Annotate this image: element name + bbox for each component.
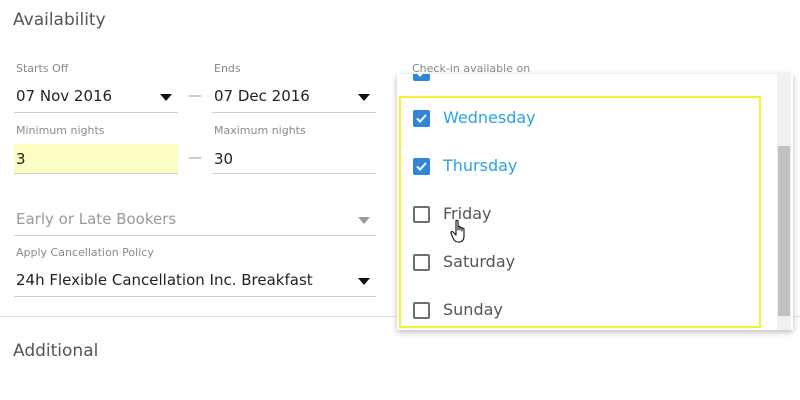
maximum-nights-value: 30: [214, 150, 234, 168]
minimum-nights-value: 3: [16, 150, 26, 168]
range-separator: —: [188, 150, 202, 166]
cancellation-policy-value: 24h Flexible Cancellation Inc. Breakfast: [16, 271, 313, 289]
caret-down-icon: [358, 94, 370, 101]
hand-pointer-icon: [450, 219, 465, 243]
starts-off-value: 07 Nov 2016: [16, 87, 113, 105]
range-separator: —: [188, 88, 202, 104]
maximum-nights-input[interactable]: 30: [212, 144, 376, 174]
minimum-nights-input[interactable]: 3: [14, 144, 178, 174]
starts-off-select[interactable]: 07 Nov 2016: [14, 82, 178, 113]
starts-off-label: Starts Off: [16, 62, 69, 75]
dropdown-scrollbar-thumb[interactable]: [778, 146, 790, 316]
maximum-nights-label: Maximum nights: [214, 124, 306, 137]
ends-select[interactable]: 07 Dec 2016: [212, 82, 376, 113]
caret-down-icon: [160, 94, 172, 101]
checkin-day-partial: [413, 74, 430, 81]
caret-down-icon: [358, 217, 370, 224]
cancellation-policy-select[interactable]: 24h Flexible Cancellation Inc. Breakfast: [14, 266, 376, 297]
cancellation-policy-label: Apply Cancellation Policy: [16, 246, 154, 259]
section-title-availability: Availability: [13, 10, 106, 30]
early-late-bookers-placeholder: Early or Late Bookers: [16, 210, 177, 228]
minimum-nights-label: Minimum nights: [16, 124, 105, 137]
early-late-bookers-select[interactable]: Early or Late Bookers: [14, 205, 376, 236]
highlight-box: [399, 96, 761, 328]
section-title-additional: Additional: [13, 341, 99, 361]
checkbox: [413, 74, 430, 81]
caret-down-icon: [358, 278, 370, 285]
checkmark-icon: [417, 74, 423, 77]
ends-value: 07 Dec 2016: [214, 87, 310, 105]
ends-label: Ends: [214, 62, 241, 75]
